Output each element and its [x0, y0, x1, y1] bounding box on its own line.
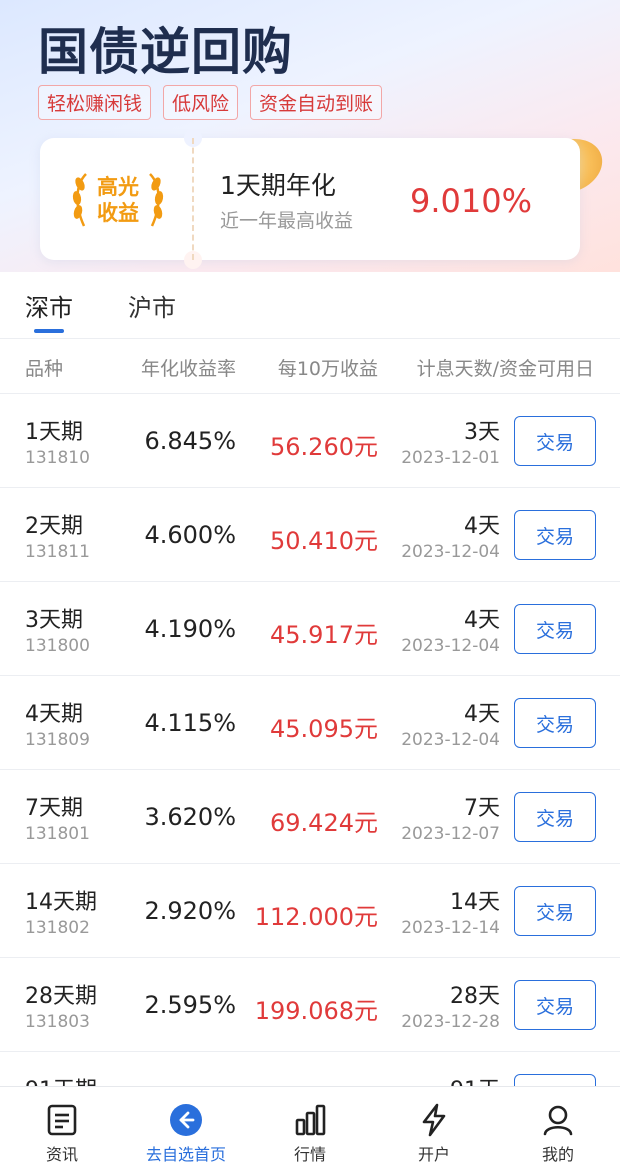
annual-rate: 4.600% — [144, 521, 236, 549]
feature-tags: 轻松赚闲钱 低风险 资金自动到账 — [38, 85, 383, 120]
nav-me-label: 我的 — [541, 1145, 574, 1164]
product-code: 131809 — [25, 730, 90, 750]
interest-days: 4天 — [464, 702, 500, 727]
promo-subtitle: 近一年最高收益 — [220, 210, 354, 232]
trade-button[interactable]: 交易 — [514, 792, 596, 842]
income-per-100k: 50.410元 — [270, 527, 378, 555]
news-icon — [45, 1103, 79, 1137]
tab-active-indicator — [34, 329, 64, 333]
table-row[interactable]: 7天期 131801 3.620% 69.424元 7天 2023-12-07 … — [0, 770, 620, 864]
market-tabs: 深市 沪市 — [0, 272, 620, 338]
trade-button[interactable]: 交易 — [514, 416, 596, 466]
nav-open-account-label: 开户 — [417, 1145, 450, 1164]
annual-rate: 4.115% — [144, 709, 236, 737]
header-days-available: 计息天数/资金可用日 — [416, 358, 594, 380]
product-code: 131800 — [25, 636, 90, 656]
table-row[interactable]: 1天期 131810 6.845% 56.260元 3天 2023-12-01 … — [0, 394, 620, 488]
table-row[interactable]: 14天期 131802 2.920% 112.000元 14天 2023-12-… — [0, 864, 620, 958]
product-code: 131810 — [25, 448, 90, 468]
back-arrow-icon — [169, 1103, 203, 1137]
trade-button[interactable]: 交易 — [514, 980, 596, 1030]
nav-me[interactable]: 我的 — [496, 1087, 620, 1170]
bottom-navigation: 资讯 去自选首页 行情 开户 我的 — [0, 1086, 620, 1170]
available-date: 2023-12-04 — [401, 636, 500, 656]
available-date: 2023-12-14 — [401, 918, 500, 938]
product-name: 14天期 — [25, 890, 97, 915]
tab-shanghai[interactable]: 沪市 — [128, 288, 176, 323]
lightning-icon — [417, 1103, 451, 1137]
interest-days: 4天 — [464, 608, 500, 633]
income-per-100k: 56.260元 — [270, 433, 378, 461]
available-date: 2023-12-07 — [401, 824, 500, 844]
table-row[interactable]: 3天期 131800 4.190% 45.917元 4天 2023-12-04 … — [0, 582, 620, 676]
annual-rate: 6.845% — [144, 427, 236, 455]
trade-button[interactable]: 交易 — [514, 886, 596, 936]
interest-days: 3天 — [464, 420, 500, 445]
header-annual-rate: 年化收益率 — [140, 358, 236, 380]
income-per-100k: 69.424元 — [270, 809, 378, 837]
table-row[interactable]: 4天期 131809 4.115% 45.095元 4天 2023-12-04 … — [0, 676, 620, 770]
interest-days: 4天 — [464, 514, 500, 539]
promo-card[interactable]: 高光收益 1天期年化 近一年最高收益 9.010% — [40, 129, 580, 269]
badge-text: 高光收益 — [97, 175, 139, 225]
card-divider — [192, 138, 194, 260]
product-name: 1天期 — [25, 420, 83, 445]
trade-button[interactable]: 交易 — [514, 604, 596, 654]
product-name: 7天期 — [25, 796, 83, 821]
promo-title: 1天期年化 — [220, 171, 336, 200]
annual-rate: 4.190% — [144, 615, 236, 643]
tag-item: 资金自动到账 — [250, 85, 383, 120]
chart-icon — [293, 1103, 327, 1137]
annual-rate: 3.620% — [144, 803, 236, 831]
interest-days: 7天 — [464, 796, 500, 821]
nav-back-home[interactable]: 去自选首页 — [124, 1087, 248, 1170]
nav-news-label: 资讯 — [45, 1145, 78, 1164]
product-code: 131803 — [25, 1012, 90, 1032]
tag-item: 轻松赚闲钱 — [38, 85, 152, 120]
laurel-left-icon — [72, 173, 87, 227]
available-date: 2023-12-28 — [401, 1012, 500, 1032]
available-date: 2023-12-04 — [401, 542, 500, 562]
nav-open-account[interactable]: 开户 — [372, 1087, 496, 1170]
annual-rate: 2.595% — [144, 991, 236, 1019]
tag-item: 低风险 — [163, 85, 239, 120]
available-date: 2023-12-01 — [401, 448, 500, 468]
product-name: 28天期 — [25, 984, 97, 1009]
user-icon — [541, 1103, 575, 1137]
interest-days: 28天 — [450, 984, 500, 1009]
highlight-badge: 高光收益 — [70, 168, 166, 232]
product-name: 4天期 — [25, 702, 83, 727]
nav-market-label: 行情 — [293, 1145, 326, 1164]
header-product: 品种 — [25, 358, 64, 380]
nav-news[interactable]: 资讯 — [0, 1087, 124, 1170]
trade-button[interactable]: 交易 — [514, 510, 596, 560]
income-per-100k: 112.000元 — [254, 903, 378, 931]
table-header: 品种 年化收益率 每10万收益 计息天数/资金可用日 — [0, 339, 620, 393]
table-row[interactable]: 2天期 131811 4.600% 50.410元 4天 2023-12-04 … — [0, 488, 620, 582]
nav-market[interactable]: 行情 — [248, 1087, 372, 1170]
interest-days: 14天 — [450, 890, 500, 915]
annual-rate: 2.920% — [144, 897, 236, 925]
table-row[interactable]: 28天期 131803 2.595% 199.068元 28天 2023-12-… — [0, 958, 620, 1052]
hero-banner: 国债逆回购 轻松赚闲钱 低风险 资金自动到账 高光收益 1天期年化 近一年最高收… — [0, 0, 620, 272]
product-code: 131802 — [25, 918, 90, 938]
product-name: 2天期 — [25, 514, 83, 539]
product-code: 131801 — [25, 824, 90, 844]
page-title: 国债逆回购 — [38, 23, 293, 81]
promo-rate: 9.010% — [409, 182, 532, 220]
nav-back-home-label: 去自选首页 — [145, 1145, 226, 1164]
tab-shenzhen[interactable]: 深市 — [25, 288, 73, 323]
available-date: 2023-12-04 — [401, 730, 500, 750]
income-per-100k: 45.917元 — [270, 621, 378, 649]
product-code: 131811 — [25, 542, 90, 562]
income-per-100k: 199.068元 — [254, 997, 378, 1025]
laurel-right-icon — [149, 173, 164, 227]
income-per-100k: 45.095元 — [270, 715, 378, 743]
product-name: 3天期 — [25, 608, 83, 633]
header-income-per-100k: 每10万收益 — [277, 358, 378, 380]
trade-button[interactable]: 交易 — [514, 698, 596, 748]
